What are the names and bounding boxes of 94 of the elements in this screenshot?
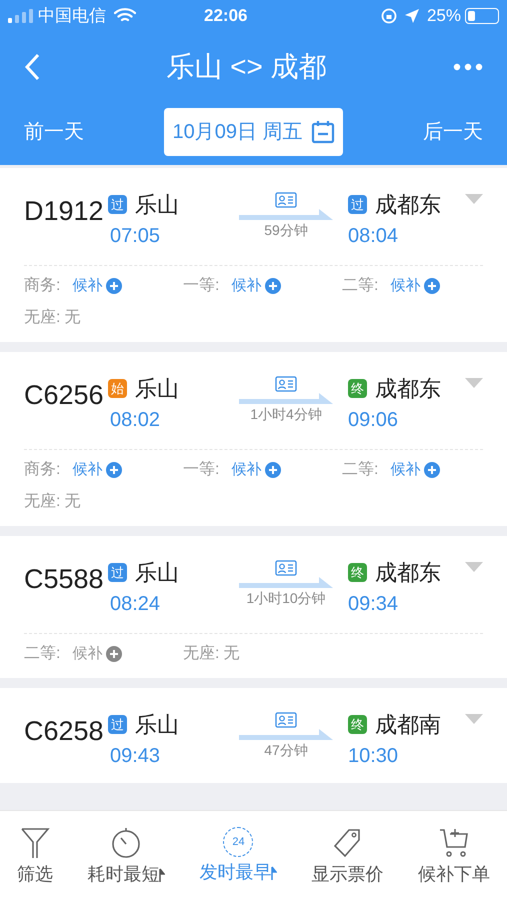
dropdown-caret-icon — [465, 378, 483, 388]
departure-station: 乐山 — [135, 375, 179, 403]
train-number: C5588 — [24, 566, 105, 596]
id-card-icon — [275, 560, 297, 576]
bottom-tab[interactable]: 24 发时最早 — [199, 827, 278, 886]
date-picker[interactable]: 10月09日 周五 — [164, 108, 343, 156]
id-card-icon — [275, 712, 297, 728]
seat-class-label: 商务: — [24, 276, 60, 296]
clock-time: 22:06 — [204, 5, 248, 28]
calendar-icon — [310, 120, 335, 144]
seat-class-label: 二等: — [342, 276, 378, 296]
dropdown-caret-icon — [465, 194, 483, 204]
train-card[interactable]: D1912 过 乐山 07:05 59分钟 过 成都东 08:04 商务: 候补 一等: 候补 二等: 候补 无座: 无 — [0, 168, 507, 342]
train-card[interactable]: C6258 过 乐山 09:43 47分钟 终 成都南 10:30 — [0, 688, 507, 783]
dropdown-caret-icon — [465, 562, 483, 572]
station-badge: 过 — [108, 195, 127, 214]
rotation-lock-icon — [380, 8, 397, 24]
plus-icon — [424, 278, 440, 294]
signal-icon — [8, 9, 34, 23]
departure-station: 乐山 — [135, 559, 179, 587]
bottom-tab[interactable]: 候补下单 — [418, 827, 490, 888]
station-badge: 过 — [348, 195, 367, 214]
price-tag-icon — [332, 827, 363, 859]
waitlist-button[interactable]: 候补 — [390, 458, 440, 482]
waitlist-button[interactable]: 候补 — [390, 274, 440, 298]
dropdown-caret-icon — [465, 714, 483, 724]
seat-class-label: 一等: — [183, 460, 220, 480]
waitlist-button[interactable]: 候补 — [231, 458, 282, 482]
station-badge: 始 — [108, 379, 127, 398]
train-card[interactable]: C6256 始 乐山 08:02 1小时4分钟 终 成都东 09:06 商务: 候补 一等: 候补 二等: 候补 无座: 无 — [0, 352, 507, 526]
train-number: C6258 — [24, 718, 105, 748]
departure-station: 乐山 — [135, 711, 179, 739]
plus-icon — [106, 278, 122, 294]
departure-station: 乐山 — [135, 191, 179, 219]
seat-availability: 无 — [223, 644, 240, 664]
travel-duration: 1小时4分钟 — [250, 405, 322, 424]
travel-duration: 1小时10分钟 — [246, 589, 326, 608]
plus-icon — [106, 462, 122, 478]
battery-icon — [465, 8, 499, 24]
departure-time: 08:24 — [110, 592, 162, 617]
station-badge: 终 — [348, 379, 367, 398]
waitlist-button[interactable]: 候补 — [231, 274, 282, 298]
seat-class-label: 二等: — [24, 644, 60, 664]
carrier-name: 中国电信 — [38, 5, 106, 28]
waitlist-button[interactable]: 候补 — [72, 274, 122, 298]
seat-availability: 无 — [64, 492, 80, 512]
departure-time: 07:05 — [110, 224, 162, 249]
id-card-icon — [275, 192, 297, 208]
station-badge: 过 — [108, 563, 127, 582]
arrival-station: 成都东 — [375, 375, 441, 403]
travel-duration: 59分钟 — [264, 221, 308, 240]
bottom-tab[interactable]: 显示票价 — [312, 827, 384, 888]
seat-class-label: 一等: — [183, 276, 220, 296]
clock-24-icon: 24 — [223, 827, 254, 857]
arrival-station: 成都东 — [375, 191, 441, 219]
plus-icon — [106, 646, 122, 662]
id-card-icon — [275, 376, 297, 392]
arrival-time: 08:04 — [348, 224, 400, 249]
arrival-time: 10:30 — [348, 744, 400, 769]
plus-icon — [265, 278, 282, 294]
seat-class-label: 无座: — [24, 492, 60, 512]
next-day-button[interactable]: 后一天 — [423, 116, 483, 146]
location-arrow-icon — [404, 9, 419, 23]
cart-plus-icon — [438, 827, 470, 859]
back-icon[interactable] — [24, 53, 40, 81]
arrival-time: 09:06 — [348, 408, 400, 433]
arrival-time: 09:34 — [348, 592, 400, 617]
seat-class-label: 二等: — [342, 460, 378, 480]
plus-icon — [424, 462, 440, 478]
departure-time: 08:02 — [110, 408, 162, 433]
arrival-station: 成都南 — [375, 711, 441, 739]
filter-icon — [20, 827, 50, 859]
seat-availability: 无 — [64, 308, 80, 328]
station-badge: 过 — [108, 715, 127, 734]
bottom-tab[interactable]: 耗时最短 — [87, 827, 166, 888]
waitlist-button[interactable]: 候补 — [72, 458, 122, 482]
stopwatch-icon — [111, 827, 142, 859]
plus-icon — [265, 462, 282, 478]
departure-time: 09:43 — [110, 744, 162, 769]
bottom-tab[interactable]: 筛选 — [17, 827, 54, 888]
more-icon[interactable] — [453, 63, 483, 71]
arrival-station: 成都东 — [375, 559, 441, 587]
seat-class-label: 无座: — [24, 308, 60, 328]
battery-percent: 25% — [426, 5, 461, 28]
station-badge: 终 — [348, 715, 367, 734]
page-title: 乐山 <> 成都 — [165, 50, 328, 84]
seat-class-label: 无座: — [183, 644, 220, 664]
seat-class-label: 商务: — [24, 460, 60, 480]
wifi-icon — [114, 8, 136, 24]
travel-duration: 47分钟 — [264, 741, 308, 760]
train-number: C6256 — [24, 382, 105, 412]
station-badge: 终 — [348, 563, 367, 582]
previous-day-button[interactable]: 前一天 — [24, 116, 84, 146]
train-number: D1912 — [24, 198, 105, 228]
